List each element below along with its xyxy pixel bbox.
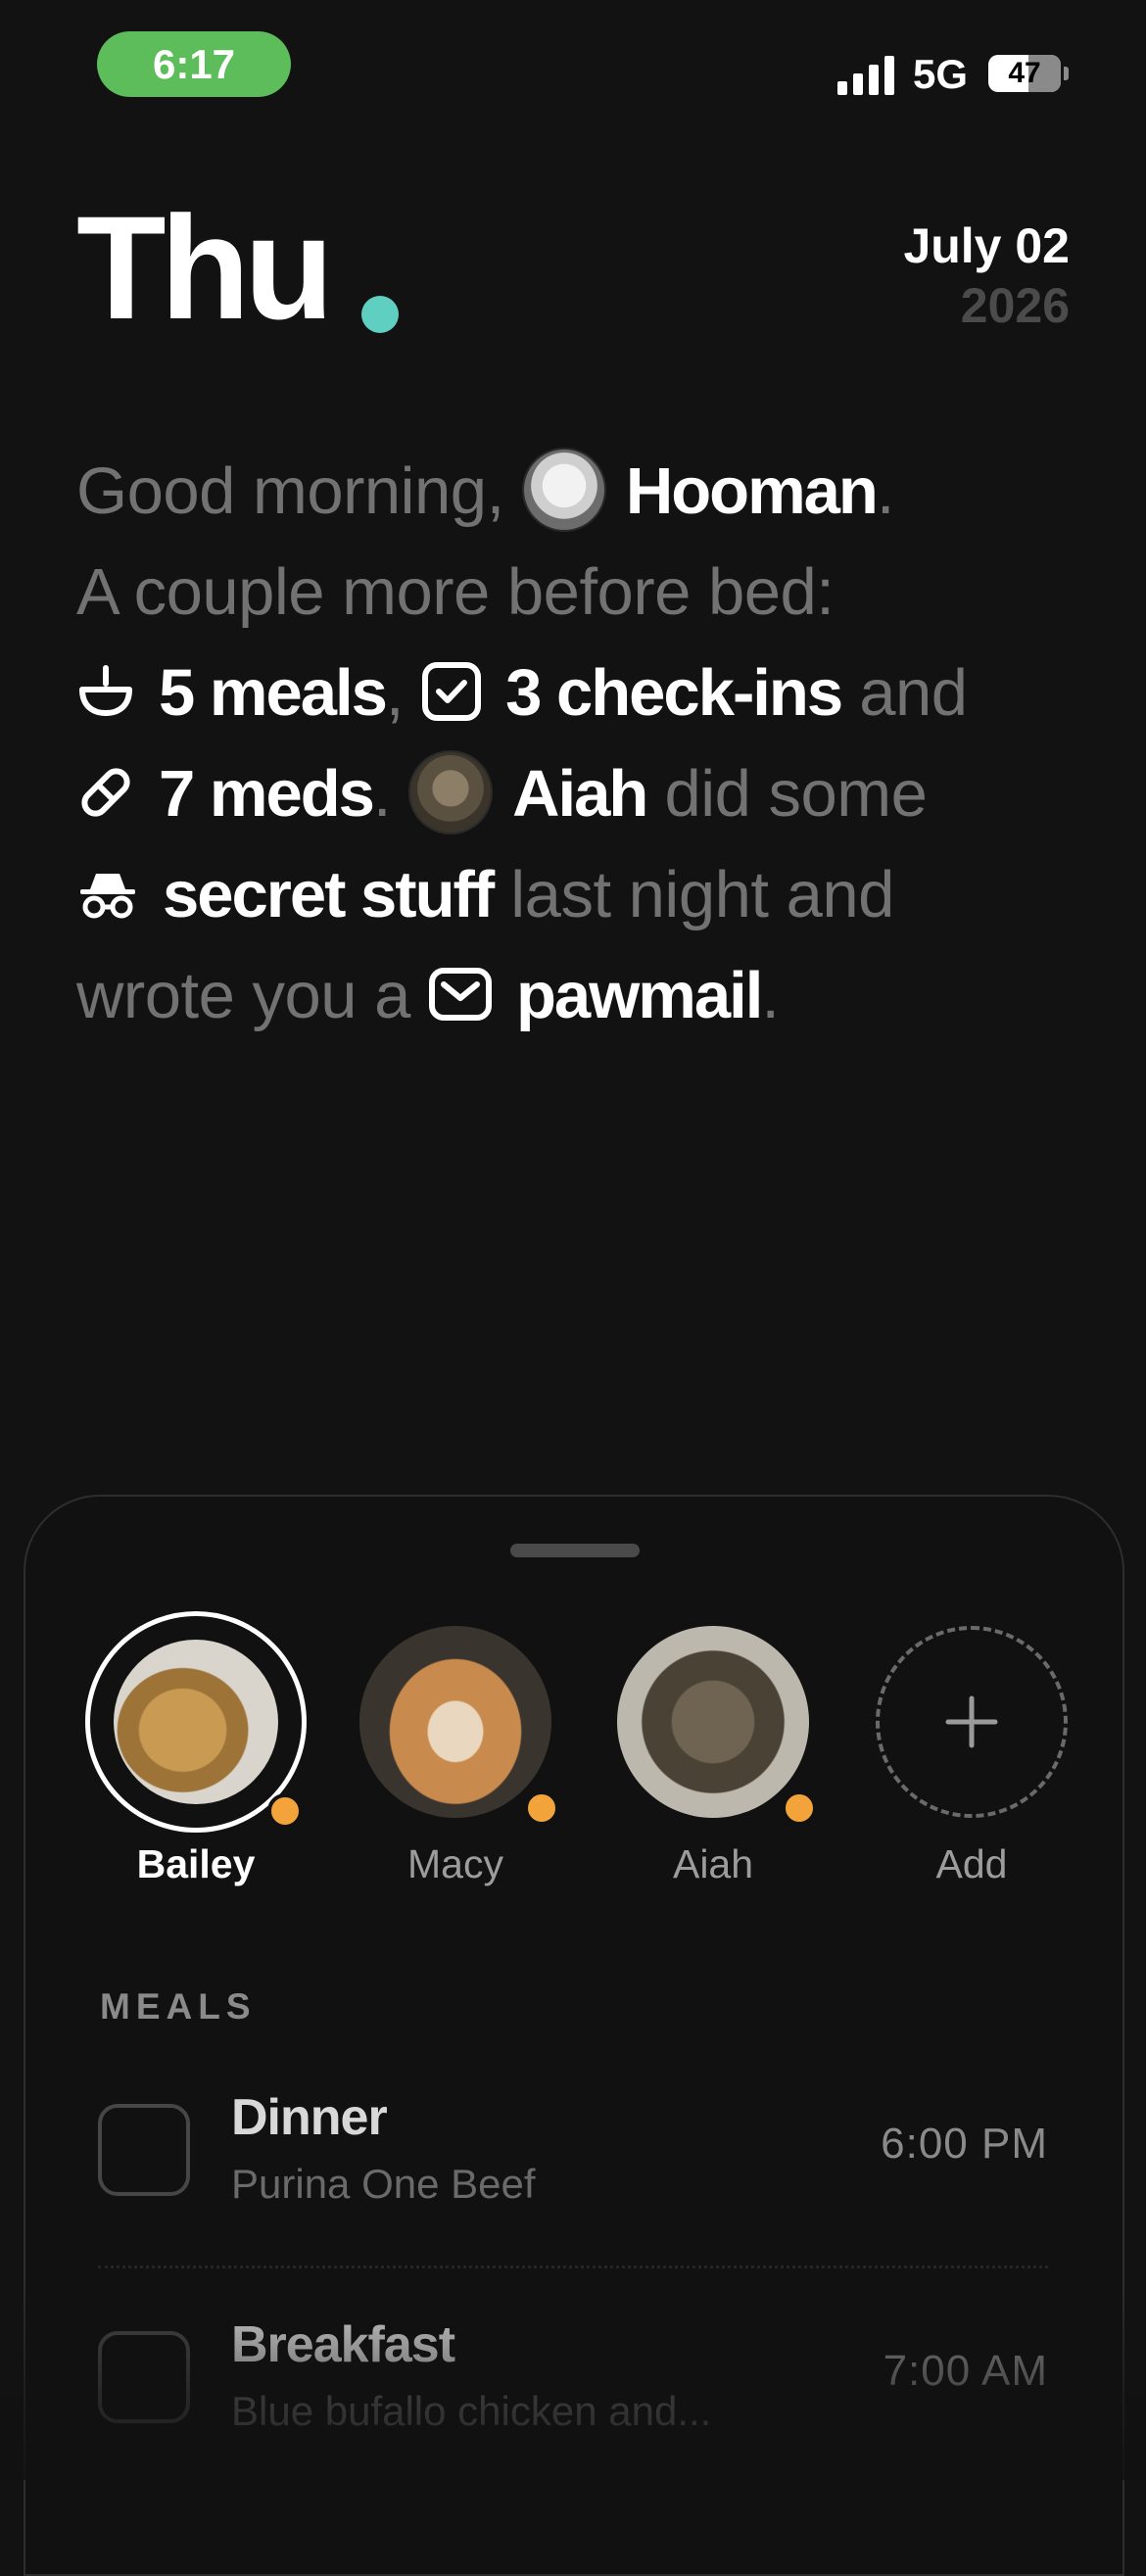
plus-icon bbox=[945, 1695, 998, 1748]
status-dot bbox=[524, 1790, 559, 1826]
meals-section-label: MEALS bbox=[100, 1986, 257, 2027]
day-accent-dot bbox=[361, 296, 399, 333]
pet-avatar bbox=[359, 1626, 551, 1818]
secret-stuff[interactable]: secret stuff bbox=[163, 858, 495, 931]
pill-icon bbox=[81, 768, 130, 817]
meal-checkbox[interactable] bbox=[98, 2104, 190, 2196]
divider bbox=[98, 2266, 1048, 2268]
meal-row[interactable]: Dinner Purina One Beef 6:00 PM bbox=[98, 2089, 1048, 2270]
incognito-icon bbox=[80, 874, 135, 919]
sheet-grabber[interactable] bbox=[510, 1544, 640, 1557]
meal-title: Dinner bbox=[231, 2089, 388, 2146]
meal-time: 7:00 AM bbox=[883, 2347, 1048, 2395]
day-title: Thu bbox=[76, 185, 334, 350]
user-avatar[interactable] bbox=[521, 448, 606, 533]
status-bar: 6:17 5G 47 bbox=[0, 0, 1146, 137]
meal-subtitle: Blue bufallo chicken and... bbox=[231, 2388, 712, 2434]
battery-level: 47 bbox=[1008, 57, 1041, 89]
date-month-day: July 02 bbox=[903, 218, 1070, 273]
pet-name: Aiah bbox=[672, 1841, 754, 1886]
pet-name: Macy bbox=[407, 1841, 503, 1886]
meds-count[interactable]: 7 meds bbox=[159, 757, 375, 831]
pet-name: Bailey bbox=[136, 1841, 256, 1886]
meal-title: Breakfast bbox=[231, 2316, 455, 2373]
user-name[interactable]: Hooman bbox=[626, 454, 879, 528]
bowl-icon bbox=[79, 665, 132, 717]
checkins-count[interactable]: 3 check-ins bbox=[505, 656, 843, 730]
checkbox-icon bbox=[422, 662, 482, 722]
add-label: Add bbox=[935, 1841, 1008, 1886]
mail-icon bbox=[428, 968, 492, 1022]
pawmail[interactable]: pawmail bbox=[516, 959, 763, 1032]
pet-name-inline[interactable]: Aiah bbox=[512, 757, 648, 831]
meal-time: 6:00 PM bbox=[881, 2120, 1048, 2168]
meals-count[interactable]: 5 meals bbox=[159, 656, 388, 730]
greeting-line2: A couple more before bed: bbox=[76, 555, 835, 629]
network-label: 5G bbox=[913, 51, 969, 97]
add-circle[interactable] bbox=[876, 1626, 1068, 1818]
pet-avatar bbox=[114, 1640, 278, 1804]
meal-checkbox[interactable] bbox=[98, 2331, 190, 2423]
meal-subtitle: Purina One Beef bbox=[231, 2161, 536, 2207]
meal-row[interactable]: Breakfast Blue bufallo chicken and... 7:… bbox=[98, 2316, 1048, 2498]
greeting-summary: Good morning, Hooman. A couple more befo… bbox=[76, 441, 1085, 1046]
greeting-prefix: Good morning, bbox=[76, 454, 504, 528]
battery-tip bbox=[1064, 67, 1069, 80]
signal-icon bbox=[837, 56, 894, 95]
battery-icon: 47 bbox=[988, 55, 1061, 92]
aiah-avatar[interactable] bbox=[408, 750, 494, 835]
status-time[interactable]: 6:17 bbox=[97, 31, 291, 97]
date-year: 2026 bbox=[960, 278, 1070, 333]
pet-avatar bbox=[617, 1626, 809, 1818]
status-dot bbox=[267, 1793, 303, 1829]
status-dot bbox=[782, 1790, 817, 1826]
